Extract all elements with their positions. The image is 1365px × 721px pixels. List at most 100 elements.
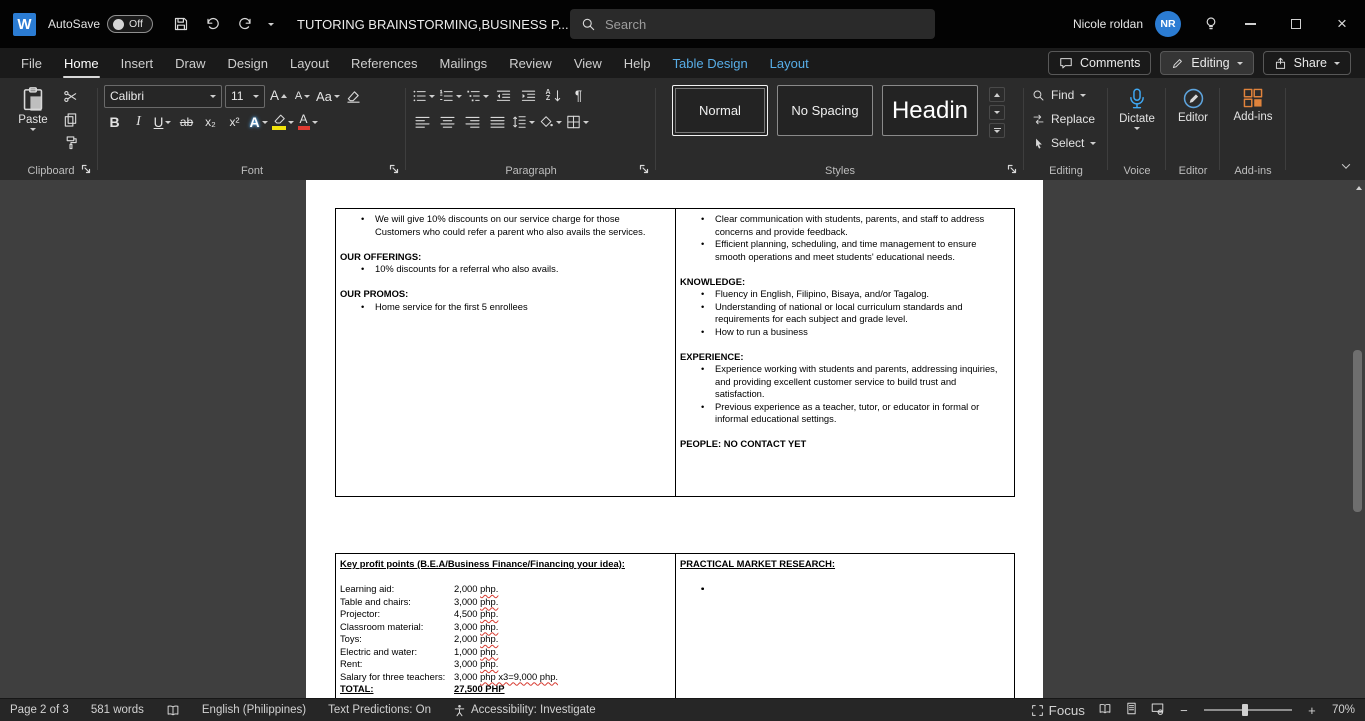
tab-help[interactable]: Help xyxy=(613,48,662,78)
find-button[interactable]: Find xyxy=(1032,85,1108,105)
collapse-ribbon-button[interactable] xyxy=(1341,157,1351,172)
maximize-button[interactable] xyxy=(1273,0,1319,48)
superscript-button[interactable]: x² xyxy=(224,111,245,133)
table2-left-cell[interactable]: Key profit points (B.E.A/Business Financ… xyxy=(336,554,676,698)
grow-font-button[interactable]: A xyxy=(268,85,289,107)
zoom-in-button[interactable]: + xyxy=(1305,703,1319,718)
change-case-button[interactable]: Aa xyxy=(316,85,340,107)
tab-layout[interactable]: Layout xyxy=(279,48,340,78)
font-dialog-launcher[interactable] xyxy=(387,162,401,176)
read-mode-button[interactable] xyxy=(1098,702,1112,718)
tab-file[interactable]: File xyxy=(10,48,53,78)
autosave-toggle[interactable]: Off xyxy=(107,15,154,33)
subscript-button[interactable]: x₂ xyxy=(200,111,221,133)
decrease-indent-button[interactable] xyxy=(493,85,514,107)
shading-button[interactable] xyxy=(539,111,562,133)
table1-right-cell[interactable]: Clear communication with students, paren… xyxy=(676,209,1014,496)
redo-button[interactable] xyxy=(230,8,260,40)
cut-button[interactable] xyxy=(59,87,81,105)
style-normal[interactable]: Normal xyxy=(672,85,768,136)
word-count[interactable]: 581 words xyxy=(91,704,144,716)
line-spacing-button[interactable] xyxy=(512,111,535,133)
editor-button[interactable]: Editor xyxy=(1166,83,1220,124)
borders-button[interactable] xyxy=(566,111,589,133)
clipboard-dialog-launcher[interactable] xyxy=(79,162,93,176)
word-logo-icon[interactable]: W xyxy=(13,12,36,36)
style-no-spacing[interactable]: No Spacing xyxy=(777,85,873,136)
tab-table-layout[interactable]: Layout xyxy=(759,48,820,78)
styles-scroll-down-button[interactable] xyxy=(989,105,1005,120)
replace-button[interactable]: Replace xyxy=(1032,109,1108,129)
paste-button[interactable]: Paste xyxy=(12,83,54,151)
styles-dialog-launcher[interactable] xyxy=(1005,162,1019,176)
numbered-list-button[interactable] xyxy=(439,85,462,107)
close-button[interactable]: × xyxy=(1319,0,1365,48)
align-left-button[interactable] xyxy=(412,111,433,133)
align-right-button[interactable] xyxy=(462,111,483,133)
show-formatting-button[interactable]: ¶ xyxy=(568,85,589,107)
text-effects-button[interactable]: A xyxy=(248,111,269,133)
copy-button[interactable] xyxy=(59,110,81,128)
table2-right-cell[interactable]: PRACTICAL MARKET RESEARCH: xyxy=(676,554,1014,698)
print-layout-button[interactable] xyxy=(1125,702,1138,718)
tab-design[interactable]: Design xyxy=(217,48,279,78)
accessibility-status[interactable]: Accessibility: Investigate xyxy=(453,704,596,717)
sort-button[interactable]: AZ xyxy=(543,85,564,107)
tab-review[interactable]: Review xyxy=(498,48,563,78)
increase-indent-button[interactable] xyxy=(518,85,539,107)
font-color-button[interactable]: A xyxy=(297,111,318,133)
clear-formatting-button[interactable] xyxy=(343,85,364,107)
bullet-list-button[interactable] xyxy=(412,85,435,107)
font-name-combobox[interactable]: Calibri xyxy=(104,84,222,108)
web-layout-button[interactable] xyxy=(1151,702,1164,718)
vertical-scrollbar[interactable] xyxy=(1350,180,1365,698)
styles-gallery-more-button[interactable] xyxy=(989,123,1005,138)
search-box[interactable]: Search xyxy=(570,9,935,39)
undo-button[interactable] xyxy=(198,8,228,40)
tab-home[interactable]: Home xyxy=(53,48,110,78)
zoom-slider[interactable] xyxy=(1203,704,1292,716)
zoom-level[interactable]: 70% xyxy=(1332,704,1355,716)
tab-mailings[interactable]: Mailings xyxy=(429,48,499,78)
styles-scroll-up-button[interactable] xyxy=(989,87,1005,102)
justify-button[interactable] xyxy=(487,111,508,133)
document-title[interactable]: TUTORING BRAINSTORMING,BUSINESS P... xyxy=(297,17,586,32)
user-name[interactable]: Nicole roldan xyxy=(1073,17,1143,31)
select-button[interactable]: Select xyxy=(1032,133,1108,153)
shrink-font-button[interactable]: A xyxy=(292,85,313,107)
focus-mode-button[interactable]: Focus xyxy=(1031,703,1085,718)
minimize-button[interactable] xyxy=(1227,0,1273,48)
tab-references[interactable]: References xyxy=(340,48,428,78)
avatar[interactable]: NR xyxy=(1155,11,1181,37)
scrollbar-thumb[interactable] xyxy=(1353,350,1362,512)
text-predictions-indicator[interactable]: Text Predictions: On xyxy=(328,704,431,716)
quick-access-more-button[interactable] xyxy=(262,8,280,40)
lightbulb-button[interactable] xyxy=(1196,8,1226,40)
underline-button[interactable]: U xyxy=(152,111,173,133)
document-page[interactable]: We will give 10% discounts on our servic… xyxy=(306,180,1043,698)
tab-draw[interactable]: Draw xyxy=(164,48,216,78)
text-highlight-button[interactable] xyxy=(272,111,294,133)
bold-button[interactable]: B xyxy=(104,111,125,133)
dictate-button[interactable]: Dictate xyxy=(1108,83,1166,130)
strikethrough-button[interactable]: ab xyxy=(176,111,197,133)
align-center-button[interactable] xyxy=(437,111,458,133)
tab-view[interactable]: View xyxy=(563,48,613,78)
save-button[interactable] xyxy=(166,8,196,40)
zoom-slider-thumb[interactable] xyxy=(1241,704,1248,716)
table1-left-cell[interactable]: We will give 10% discounts on our servic… xyxy=(336,209,676,496)
page-indicator[interactable]: Page 2 of 3 xyxy=(10,704,69,716)
style-heading-1[interactable]: Headin xyxy=(882,85,978,136)
tab-insert[interactable]: Insert xyxy=(110,48,165,78)
multilevel-list-button[interactable] xyxy=(466,85,489,107)
proofing-status[interactable] xyxy=(166,704,180,717)
italic-button[interactable]: I xyxy=(128,111,149,133)
font-size-combobox[interactable]: 11 xyxy=(225,84,265,108)
comments-button[interactable]: Comments xyxy=(1047,51,1152,75)
editing-mode-button[interactable]: Editing xyxy=(1160,51,1254,75)
paragraph-dialog-launcher[interactable] xyxy=(637,162,651,176)
tab-table-design[interactable]: Table Design xyxy=(662,48,759,78)
share-button[interactable]: Share xyxy=(1262,51,1351,75)
scroll-up-arrow-icon[interactable] xyxy=(1356,186,1362,190)
language-indicator[interactable]: English (Philippines) xyxy=(202,704,306,716)
